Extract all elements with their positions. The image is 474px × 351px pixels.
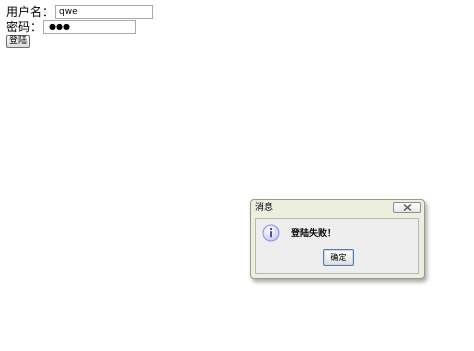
login-window: 用户名： 密码： ●●● 登陆 消息 xyxy=(0,0,474,351)
password-mask: ●●● xyxy=(49,22,70,31)
dialog-title: 消息 xyxy=(255,203,274,213)
ok-button[interactable]: 确定 xyxy=(323,249,354,266)
login-button[interactable]: 登陆 xyxy=(6,35,31,48)
dialog-close-button[interactable] xyxy=(393,202,421,213)
password-row: 密码： ●●● xyxy=(6,20,137,34)
username-label: 用户名： xyxy=(6,5,55,19)
dialog-message: 登陆失败！ xyxy=(291,229,337,239)
password-input[interactable]: ●●● xyxy=(43,20,137,34)
close-icon xyxy=(403,204,411,211)
info-icon xyxy=(262,224,280,242)
message-dialog: 消息 登陆失败！ 确定 xyxy=(250,199,425,279)
password-label: 密码： xyxy=(6,20,43,34)
dialog-body: 登陆失败！ 确定 xyxy=(255,218,419,274)
username-input[interactable] xyxy=(55,5,154,19)
dialog-titlebar[interactable]: 消息 xyxy=(251,200,424,217)
username-row: 用户名： xyxy=(6,5,154,19)
